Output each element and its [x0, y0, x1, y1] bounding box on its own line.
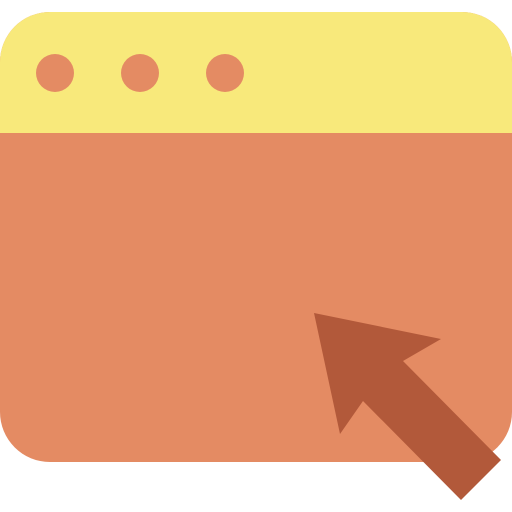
window-control-dot-3	[206, 54, 244, 92]
browser-window-cursor-illustration	[0, 0, 512, 512]
window-control-dots-icon	[36, 54, 244, 92]
window-control-dot-1	[36, 54, 74, 92]
window-illustration-svg	[0, 12, 512, 500]
window-titlebar	[0, 12, 512, 133]
window-control-dot-2	[121, 54, 159, 92]
